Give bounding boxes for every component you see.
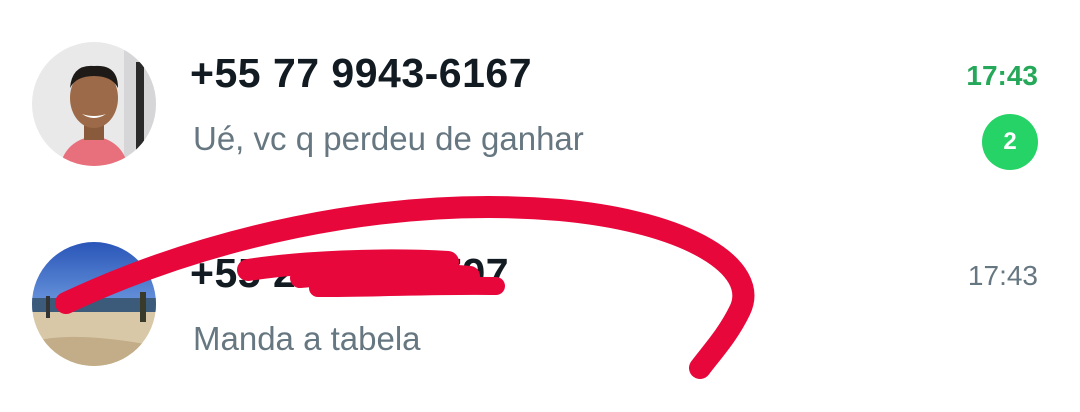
message-time: 17:43: [967, 260, 1038, 291]
avatar-photo: [32, 242, 156, 366]
contact-name: +55 2 5797: [190, 250, 510, 296]
last-message-preview: Ué, vc q perdeu de ganhar: [193, 120, 584, 157]
chat-list-item[interactable]: +55 2 5797 Manda a tabela 17:43: [0, 210, 1080, 400]
avatar-photo: [32, 42, 156, 166]
message-time: 17:43: [966, 60, 1038, 91]
last-message-preview: Manda a tabela: [193, 320, 421, 357]
contact-avatar[interactable]: [32, 242, 156, 366]
contact-name: +55 77 9943-6167: [190, 50, 533, 96]
contact-avatar[interactable]: [32, 42, 156, 166]
unread-count-badge: 2: [982, 114, 1038, 170]
chat-list-item[interactable]: +55 77 9943-6167 Ué, vc q perdeu de ganh…: [0, 10, 1080, 200]
